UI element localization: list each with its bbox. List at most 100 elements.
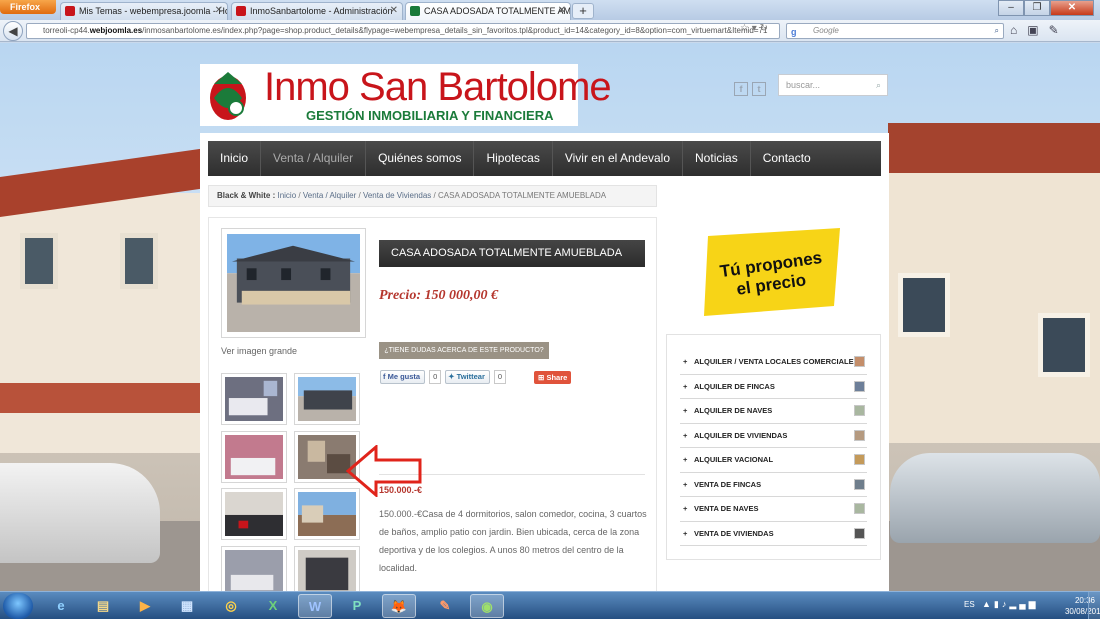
category-thumbnail-icon bbox=[854, 356, 865, 367]
tweet-button[interactable]: ✦ Twittear bbox=[445, 370, 490, 384]
annotation-arrow-icon bbox=[346, 445, 422, 497]
product-main-image[interactable] bbox=[221, 228, 366, 338]
product-thumbnail[interactable] bbox=[294, 546, 360, 591]
share-button[interactable]: ⊞ Share bbox=[534, 370, 572, 384]
addon-icon[interactable]: ▣ bbox=[1027, 23, 1048, 37]
network-icon[interactable]: ▮ bbox=[994, 599, 1002, 609]
internet-explorer-icon[interactable]: e bbox=[44, 594, 78, 618]
tab-administracion[interactable]: InmoSanbartolome - Administración ✕ bbox=[231, 2, 403, 20]
product-details: Ver imagen grande CASA ADOSADA TOTALMENT… bbox=[208, 217, 657, 591]
maximize-button[interactable]: ❐ bbox=[1024, 0, 1050, 16]
category-thumbnail-icon bbox=[854, 429, 865, 441]
share-icon: ⊞ bbox=[538, 372, 545, 382]
tab-title: CASA ADOSADA TOTALMENTE AMUEBLADA ... bbox=[424, 6, 571, 16]
word-icon[interactable]: W bbox=[298, 594, 332, 618]
nav-item-venta-alquiler[interactable]: Venta / Alquiler bbox=[261, 141, 367, 176]
close-tab-icon[interactable]: ✕ bbox=[215, 5, 223, 16]
site-logo[interactable]: Inmo San Bartolome GESTIÓN INMOBILIARIA … bbox=[200, 64, 612, 126]
social-links: f t bbox=[734, 82, 766, 96]
close-tab-icon[interactable]: ✕ bbox=[390, 5, 398, 16]
google-icon[interactable]: g bbox=[791, 25, 797, 39]
facebook-icon[interactable]: f bbox=[734, 82, 748, 96]
firefox-icon[interactable]: 🦊 bbox=[382, 594, 416, 618]
category-item[interactable]: + VENTA DE NAVES bbox=[680, 497, 867, 522]
bookmark-star-icon[interactable]: ☆ bbox=[740, 23, 749, 34]
back-button[interactable]: ◀ bbox=[3, 21, 23, 41]
firefox-menu-button[interactable]: Firefox bbox=[0, 0, 56, 14]
language-indicator[interactable]: ES bbox=[964, 600, 975, 609]
new-tab-button[interactable]: + bbox=[572, 3, 594, 19]
publisher-icon[interactable]: P bbox=[340, 594, 374, 618]
social-share-row: f Me gusta 0 ✦ Twittear 0 ⊞ Share bbox=[380, 370, 572, 384]
category-item[interactable]: + ALQUILER / VENTA LOCALES COMERCIALES bbox=[680, 350, 867, 375]
breadcrumb-link-inicio[interactable]: Inicio bbox=[277, 191, 296, 200]
breadcrumb-link-venta-viviendas[interactable]: Venta de Viviendas bbox=[363, 191, 431, 200]
home-icon[interactable]: ⌂ bbox=[1010, 23, 1027, 37]
reload-icon[interactable]: ↻ bbox=[760, 23, 768, 34]
start-button[interactable] bbox=[3, 593, 33, 619]
nav-item-noticias[interactable]: Noticias bbox=[683, 141, 751, 176]
browser-search-field[interactable]: g Google ⌕ bbox=[786, 23, 1004, 39]
windows-taskbar: e ▤ ▶ ▦ ◎ X W P 🦊 ✎ ◉ ES ▲▮♪▂▄▆ 20:36 30… bbox=[0, 591, 1100, 619]
promo-badge[interactable]: Tú propones el precio bbox=[700, 226, 844, 318]
site-search-input[interactable]: buscar... ⌕ bbox=[778, 74, 888, 96]
product-price: Precio: 150 000,00 € bbox=[379, 288, 498, 303]
chrome-icon[interactable]: ◎ bbox=[214, 594, 248, 618]
background-car-left bbox=[0, 463, 160, 563]
product-thumbnail[interactable] bbox=[221, 546, 287, 591]
room-photo bbox=[225, 550, 283, 591]
twitter-icon[interactable]: t bbox=[752, 82, 766, 96]
nav-item-inicio[interactable]: Inicio bbox=[208, 141, 262, 176]
history-dropdown-icon[interactable]: ▾ bbox=[752, 23, 757, 34]
breadcrumb-label: Black & White : bbox=[217, 191, 276, 200]
category-thumbnail-icon bbox=[854, 478, 865, 490]
remote-desktop-icon[interactable]: ▦ bbox=[170, 594, 204, 618]
view-large-image-link[interactable]: Ver imagen grande bbox=[221, 346, 297, 356]
site-favicon-icon bbox=[410, 6, 420, 16]
house-logo-icon bbox=[210, 72, 246, 120]
excel-icon[interactable]: X bbox=[256, 594, 290, 618]
category-list: + ALQUILER / VENTA LOCALES COMERCIALES + A… bbox=[666, 334, 881, 560]
nav-item-hipotecas[interactable]: Hipotecas bbox=[474, 141, 553, 176]
ask-question-button[interactable]: ¿TIENE DUDAS ACERCA DE ESTE PRODUCTO? bbox=[379, 342, 549, 359]
search-icon[interactable]: ⌕ bbox=[876, 75, 881, 95]
search-icon[interactable]: ⌕ bbox=[995, 24, 999, 38]
product-thumbnail[interactable] bbox=[294, 373, 360, 425]
show-desktop-button[interactable] bbox=[1088, 592, 1100, 619]
tools-icon[interactable]: ✎ bbox=[1049, 23, 1069, 37]
facebook-like-button[interactable]: f Me gusta bbox=[380, 370, 426, 384]
product-title: CASA ADOSADA TOTALMENTE AMUEBLADA bbox=[379, 240, 645, 267]
address-bar[interactable]: torreoli-cp44.webjoomla.es/inmosanbartol… bbox=[26, 23, 780, 39]
close-tab-icon[interactable]: ✕ bbox=[558, 5, 566, 16]
address-bar-actions: ☆ ▾ ↻ bbox=[740, 23, 768, 34]
background-house-left bbox=[0, 147, 210, 453]
nav-item-contacto[interactable]: Contacto bbox=[751, 141, 823, 176]
category-item[interactable]: + ALQUILER DE VIVIENDAS bbox=[680, 424, 867, 448]
minimize-button[interactable]: – bbox=[998, 0, 1024, 16]
category-thumbnail-icon bbox=[854, 405, 865, 416]
category-thumbnail-icon bbox=[854, 380, 865, 392]
signal-icon[interactable]: ▂▄▆ bbox=[1009, 599, 1038, 609]
category-item[interactable]: + ALQUILER DE FINCAS bbox=[680, 375, 867, 399]
media-player-icon[interactable]: ▶ bbox=[128, 594, 162, 618]
tray-icons: ▲▮♪▂▄▆ bbox=[982, 599, 1039, 610]
file-explorer-icon[interactable]: ▤ bbox=[86, 594, 120, 618]
category-item[interactable]: + VENTA DE VIVIENDAS bbox=[680, 522, 867, 546]
category-item[interactable]: + ALQUILER DE NAVES bbox=[680, 399, 867, 424]
tab-mis-temas[interactable]: Mis Temas - webempresa.joomla - Hosting … bbox=[60, 2, 228, 20]
nav-item-quienes-somos[interactable]: Quiénes somos bbox=[366, 141, 475, 176]
category-item[interactable]: + ALQUILER VACIONAL bbox=[680, 448, 867, 473]
close-window-button[interactable]: ✕ bbox=[1050, 0, 1094, 16]
breadcrumb-link-venta-alquiler[interactable]: Venta / Alquiler bbox=[303, 191, 356, 200]
product-thumbnail[interactable] bbox=[221, 488, 287, 540]
webempresa-favicon-icon bbox=[65, 6, 75, 16]
paint-icon[interactable]: ✎ bbox=[428, 594, 462, 618]
show-hidden-icons-icon[interactable]: ▲ bbox=[982, 599, 994, 609]
spotify-icon[interactable]: ◉ bbox=[470, 594, 504, 618]
category-item[interactable]: + VENTA DE FINCAS bbox=[680, 473, 867, 497]
nav-item-vivir-andevalo[interactable]: Vivir en el Andevalo bbox=[553, 141, 684, 176]
product-thumbnail[interactable] bbox=[221, 373, 287, 425]
product-thumbnail[interactable] bbox=[221, 431, 287, 483]
browser-nav-bar: ◀ torreoli-cp44.webjoomla.es/inmosanbart… bbox=[0, 20, 1100, 42]
tab-casa-adosada[interactable]: CASA ADOSADA TOTALMENTE AMUEBLADA ... ✕ bbox=[405, 2, 571, 20]
